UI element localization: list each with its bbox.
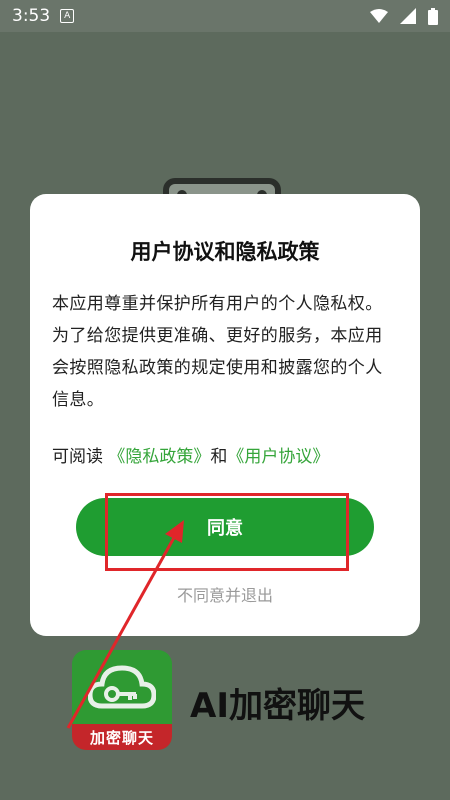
dialog-links: 可阅读 《隐私政策》和《用户协议》 <box>52 442 398 467</box>
app-logo: 加密聊天 <box>72 650 172 750</box>
user-agreement-link[interactable]: 《用户协议》 <box>227 447 329 467</box>
links-prefix: 可阅读 <box>52 447 109 467</box>
dialog-title: 用户协议和隐私政策 <box>130 240 320 264</box>
app-name: AI加密聊天 <box>190 686 365 726</box>
cloud-key-icon <box>88 665 156 709</box>
signal-icon <box>400 8 416 24</box>
battery-icon <box>428 7 438 25</box>
annotation-highlight-box <box>105 493 349 571</box>
app-logo-ribbon: 加密聊天 <box>72 724 172 750</box>
status-bar: 3:53 A <box>0 0 450 32</box>
privacy-policy-link[interactable]: 《隐私政策》 <box>108 447 210 467</box>
status-icons <box>370 7 438 25</box>
links-joiner: 和 <box>210 447 228 467</box>
dialog-body: 本应用尊重并保护所有用户的个人隐私权。为了给您提供更准确、更好的服务，本应用会按… <box>52 294 383 410</box>
wifi-icon <box>370 9 388 23</box>
notification-icon: A <box>60 9 75 23</box>
disagree-exit-link[interactable]: 不同意并退出 <box>30 582 420 606</box>
status-time: 3:53 <box>12 6 51 26</box>
